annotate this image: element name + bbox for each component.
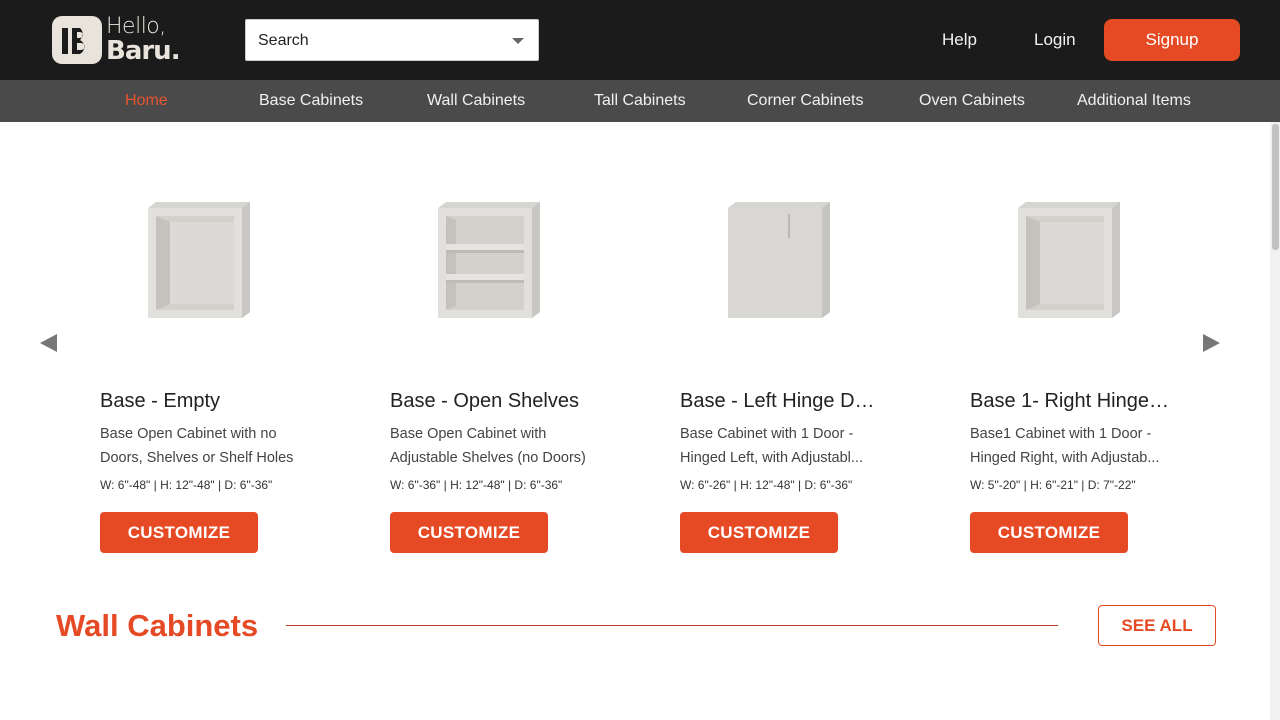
card-description: Base Open Cabinet with no Doors, Shelves… xyxy=(100,426,294,466)
card-description: Base Cabinet with 1 Door - Hinged Left, … xyxy=(680,426,863,466)
scrollbar-thumb[interactable] xyxy=(1272,124,1279,250)
nav-item-tall-cabinets[interactable]: Tall Cabinets xyxy=(594,92,686,110)
card-dimensions: W: 6"-26" | H: 12"-48" | D: 6"-36" xyxy=(680,478,853,492)
nav-item-corner-cabinets[interactable]: Corner Cabinets xyxy=(747,92,864,110)
card-dimensions: W: 6"-48" | H: 12"-48" | D: 6"-36" xyxy=(100,478,273,492)
customize-button[interactable]: CUSTOMIZE xyxy=(970,512,1128,553)
card-title[interactable]: Base 1- Right Hinge ... xyxy=(970,390,1170,413)
cabinet-empty-image xyxy=(144,200,254,320)
product-card[interactable]: Base - Left Hinge Door Base Cabinet with… xyxy=(680,180,910,560)
cabinet-door-image xyxy=(724,200,834,320)
search-text: Search xyxy=(258,32,309,49)
card-title[interactable]: Base - Empty xyxy=(100,390,300,413)
see-all-button[interactable]: SEE ALL xyxy=(1098,605,1216,646)
login-link[interactable]: Login xyxy=(1034,30,1076,50)
nav-item-wall-cabinets[interactable]: Wall Cabinets xyxy=(427,92,525,110)
card-title[interactable]: Base - Open Shelves xyxy=(390,390,590,413)
section-divider xyxy=(286,625,1058,626)
card-description: Base Open Cabinet with Adjustable Shelve… xyxy=(390,426,586,466)
nav-item-home[interactable]: Home xyxy=(125,92,168,110)
search-select[interactable]: Search xyxy=(245,19,539,61)
nav-item-additional-items[interactable]: Additional Items xyxy=(1077,92,1191,110)
customize-button[interactable]: CUSTOMIZE xyxy=(390,512,548,553)
product-card[interactable]: Base - Empty Base Open Cabinet with no D… xyxy=(100,180,330,560)
customize-button[interactable]: CUSTOMIZE xyxy=(680,512,838,553)
nav-item-base-cabinets[interactable]: Base Cabinets xyxy=(259,92,363,110)
category-nav: Home Base Cabinets Wall Cabinets Tall Ca… xyxy=(0,80,1280,122)
product-card[interactable]: Base 1- Right Hinge ... Base1 Cabinet wi… xyxy=(970,180,1200,560)
chevron-down-icon xyxy=(512,38,524,44)
cabinet-shelves-image xyxy=(434,200,544,320)
brand-logo[interactable]: Hello, Baru. xyxy=(52,14,184,66)
nav-item-oven-cabinets[interactable]: Oven Cabinets xyxy=(919,92,1025,110)
logo-mark-icon xyxy=(52,16,102,64)
cabinet-empty-image xyxy=(1014,200,1124,320)
logo-baru-text: Baru. xyxy=(106,36,181,66)
section-title-wall-cabinets: Wall Cabinets xyxy=(56,608,259,643)
carousel-prev-arrow-icon[interactable] xyxy=(40,334,57,352)
help-link[interactable]: Help xyxy=(942,30,977,50)
card-dimensions: W: 6"-36" | H: 12"-48" | D: 6"-36" xyxy=(390,478,563,492)
top-header: Hello, Baru. Search Help Login Signup xyxy=(0,0,1280,80)
card-description: Base1 Cabinet with 1 Door - Hinged Right… xyxy=(970,426,1160,466)
signup-button[interactable]: Signup xyxy=(1104,19,1240,61)
card-title[interactable]: Base - Left Hinge Door xyxy=(680,390,880,413)
carousel-next-arrow-icon[interactable] xyxy=(1203,334,1220,352)
customize-button[interactable]: CUSTOMIZE xyxy=(100,512,258,553)
product-card[interactable]: Base - Open Shelves Base Open Cabinet wi… xyxy=(390,180,620,560)
card-dimensions: W: 5"-20" | H: 6"-21" | D: 7"-22" xyxy=(970,478,1136,492)
